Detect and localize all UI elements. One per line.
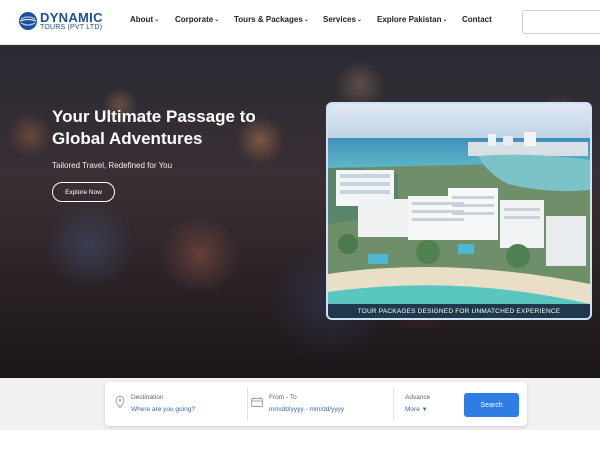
nav-item-label: Corporate (175, 15, 214, 24)
dates-input[interactable]: mm/dd/yyyy - mm/dd/yyyy (269, 406, 344, 413)
resort-photo (328, 104, 590, 318)
nav-item-explore-pakistan[interactable]: Explore Pakistan ⌄ (377, 15, 448, 24)
brand-name: DYNAMIC (40, 10, 103, 25)
nav-item-label: Contact (462, 15, 492, 24)
advance-field[interactable]: Advance More ▼ (405, 382, 455, 426)
hero-subtitle: Tailored Travel, Redefined for You (52, 161, 173, 170)
divider (393, 388, 394, 420)
globe-icon (19, 12, 37, 30)
dates-label: From - To (269, 394, 297, 401)
chevron-down-icon: ⌄ (442, 17, 448, 23)
brand-logo[interactable]: DYNAMIC TOURS (PVT LTD) (18, 10, 118, 34)
chevron-down-icon: ⌄ (214, 17, 220, 23)
nav-item-services[interactable]: Services ⌄ (323, 15, 362, 24)
chevron-down-icon: ⌄ (154, 17, 160, 23)
trip-search-panel: Destination Where are you going? From - … (105, 382, 527, 426)
brand-tagline: TOURS (PVT LTD) (40, 24, 103, 31)
advance-select[interactable]: More ▼ (405, 406, 428, 413)
nav-item-label: About (130, 15, 154, 24)
hero-title: Your Ultimate Passage to Global Adventur… (52, 107, 256, 148)
header-search-input[interactable] (522, 10, 600, 34)
nav-item-label: Services (323, 15, 356, 24)
nav-item-label: Tours & Packages (234, 15, 303, 24)
advance-label: Advance (405, 394, 431, 401)
hero-photo-card[interactable]: TOUR PACKAGES DESIGNED FOR UNMATCHED EXP… (326, 102, 592, 320)
nav-item-tours-packages[interactable]: Tours & Packages ⌄ (234, 15, 309, 24)
divider (247, 388, 248, 420)
explore-now-button[interactable]: Explore Now (52, 182, 115, 202)
search-button[interactable]: Search (464, 393, 519, 417)
photo-caption: TOUR PACKAGES DESIGNED FOR UNMATCHED EXP… (328, 304, 590, 318)
nav-item-label: Explore Pakistan (377, 15, 442, 24)
page-bottom (0, 430, 600, 450)
calendar-icon (251, 397, 263, 407)
site-header: DYNAMIC TOURS (PVT LTD) About ⌄ Corporate… (0, 0, 600, 45)
destination-input[interactable]: Where are you going? (131, 406, 195, 413)
nav-item-corporate[interactable]: Corporate ⌄ (175, 15, 219, 24)
location-pin-icon (115, 396, 125, 408)
chevron-down-icon: ⌄ (356, 17, 362, 23)
date-range-field[interactable]: From - To mm/dd/yyyy - mm/dd/yyyy (251, 382, 391, 426)
caret-down-icon: ▼ (421, 407, 428, 413)
nav-item-about[interactable]: About ⌄ (130, 15, 159, 24)
chevron-down-icon: ⌄ (303, 17, 309, 23)
advance-value: More (405, 406, 420, 413)
destination-field[interactable]: Destination Where are you going? (115, 382, 245, 426)
nav-item-contact[interactable]: Contact (462, 15, 492, 24)
destination-label: Destination (131, 394, 164, 401)
